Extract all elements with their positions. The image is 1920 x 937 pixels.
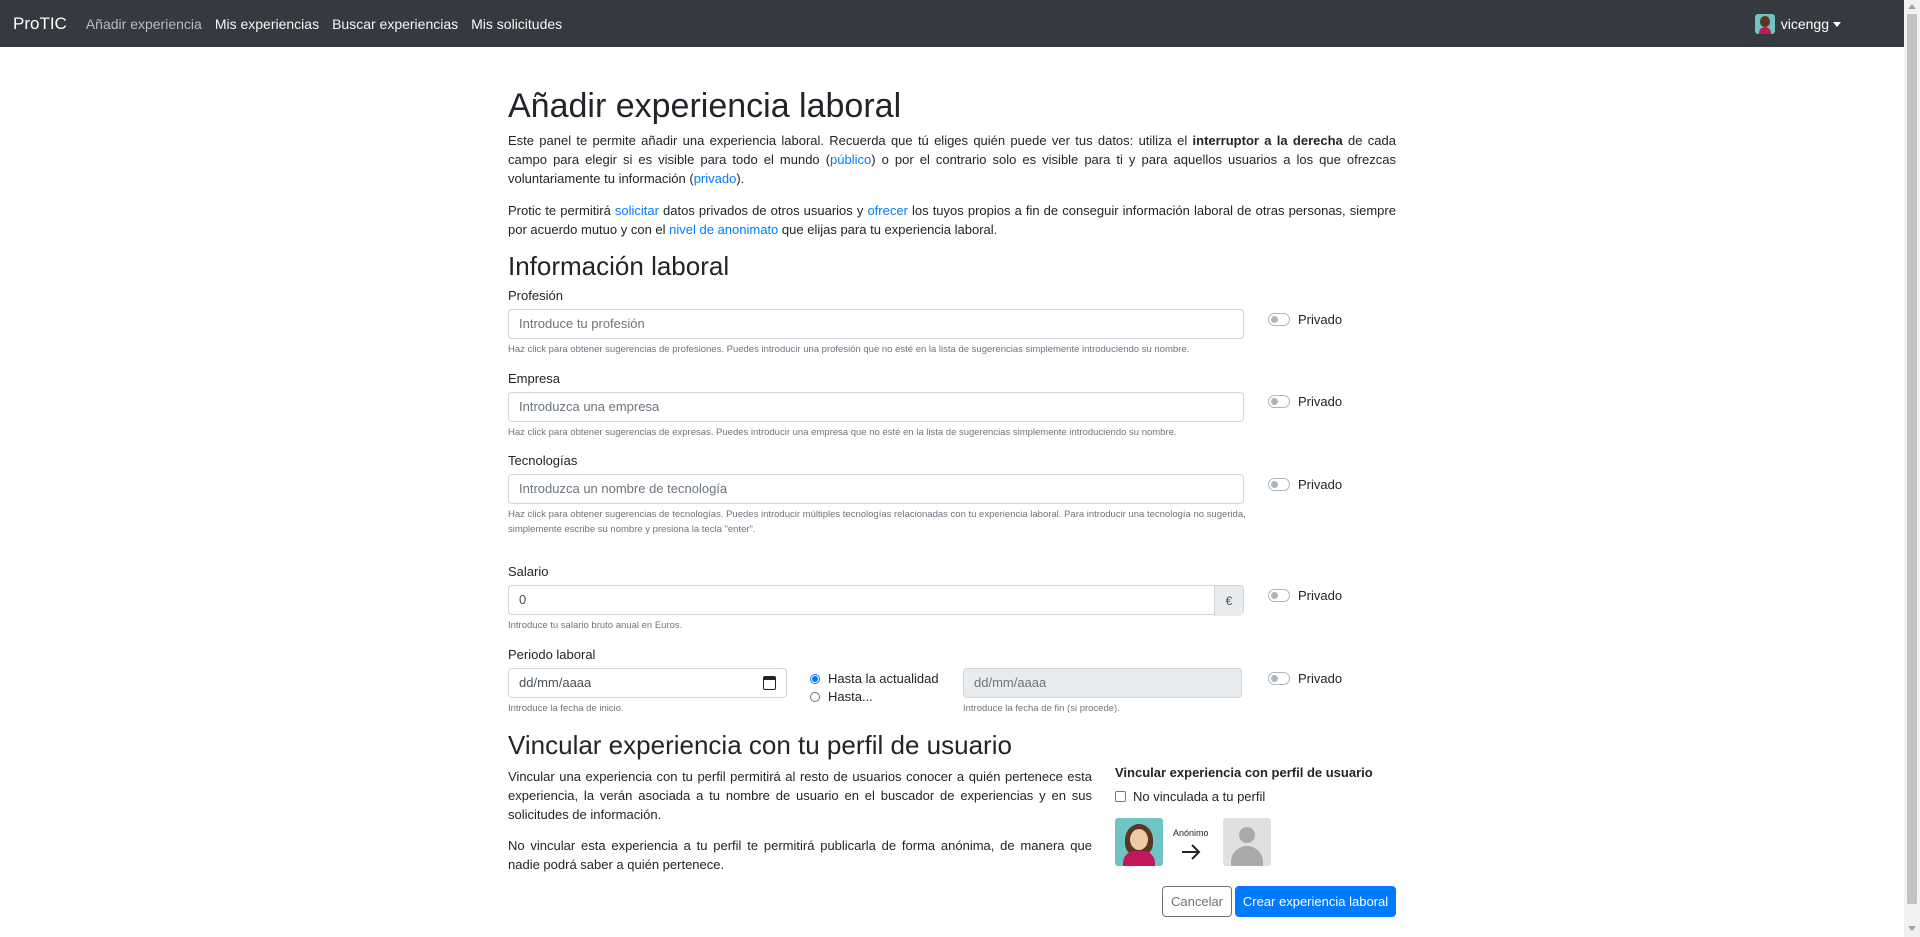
scroll-up-icon[interactable] [1908,4,1916,9]
private-label: Privado [1298,477,1343,492]
page-scrollbar[interactable] [1904,0,1920,937]
radio-hasta[interactable]: Hasta... [810,689,873,704]
private-label: Privado [1298,394,1343,409]
intro-bold-text: interruptor a la derecha [1192,133,1343,148]
private-label: Privado [1298,671,1343,686]
radio-button-checked[interactable] [810,673,820,684]
link-privado[interactable]: privado [694,171,737,186]
start-date-help: Introduce la fecha de inicio. [508,703,624,714]
vincular-box-title: Vincular experiencia con perfil de usuar… [1115,765,1373,780]
empresa-label: Empresa [508,371,561,386]
cancel-button[interactable]: Cancelar [1162,886,1232,917]
radio-label-hasta: Hasta... [828,689,873,704]
intro-paragraph-1: Este panel te permite añadir una experie… [508,133,1397,186]
radio-button[interactable] [810,691,820,702]
end-date-help: Introduce la fecha de fin (si procede). [963,703,1120,714]
private-label: Privado [1298,312,1343,327]
nav-link-mis-solicitudes[interactable]: Mis solicitudes [471,16,562,32]
nav-link-buscar-experiencias[interactable]: Buscar experiencias [332,16,458,32]
periodo-private-toggle[interactable]: Privado [1268,671,1342,686]
nav-link-mis-experiencias[interactable]: Mis experiencias [215,16,319,32]
radio-hasta-actualidad[interactable]: Hasta la actualidad [810,671,939,686]
navbar: ProTIC Añadir experiencia Mis experienci… [0,0,1904,47]
profesion-help: Haz click para obtener sugerencias de pr… [508,344,1190,355]
empresa-private-toggle[interactable]: Privado [1268,394,1342,409]
toggle-switch[interactable] [1268,478,1290,491]
currency-addon: € [1214,586,1243,616]
link-publico[interactable]: público [830,152,871,167]
salario-input[interactable]: 0 € [508,585,1244,616]
salario-label: Salario [508,564,549,579]
section-title-informacion-laboral: Información laboral [508,251,730,281]
checkbox[interactable] [1115,791,1126,802]
salario-help: Introduce tu salario bruto anual en Euro… [508,620,683,631]
link-nivel-anonimato[interactable]: nivel de anonimato [669,222,778,237]
toggle-switch[interactable] [1268,313,1290,326]
user-avatar-icon [1754,14,1775,34]
brand-link[interactable]: ProTIC [13,14,67,34]
toggle-switch[interactable] [1268,589,1290,602]
profesion-label: Profesión [508,288,563,303]
page-title: Añadir experiencia laboral [508,87,902,125]
link-solicitar[interactable]: solicitar [615,203,659,218]
checkbox-label: No vinculada a tu perfil [1133,789,1266,804]
start-date-input[interactable]: dd/mm/aaaa [508,668,787,698]
salario-value: 0 [519,592,527,607]
profesion-input[interactable]: Introduce tu profesión [508,309,1244,339]
salario-private-toggle[interactable]: Privado [1268,588,1342,603]
empresa-input[interactable]: Introduzca una empresa [508,392,1244,422]
user-menu-toggle[interactable]: vicengg [1754,14,1841,34]
start-date-placeholder: dd/mm/aaaa [519,675,592,690]
intro-paragraph-2: Protic te permitirá solicitar datos priv… [508,203,1396,237]
private-label: Privado [1298,588,1343,603]
user-avatar-large-icon [1115,818,1163,866]
arrow-right-icon [1182,844,1201,860]
calendar-icon[interactable] [763,676,776,690]
caret-down-icon [1833,21,1841,27]
vincular-paragraph-2: No vincular esta experiencia a tu perfil… [508,838,1092,872]
no-vinculada-checkbox[interactable]: No vinculada a tu perfil [1115,789,1265,804]
tecnologias-help: Haz click para obtener sugerencias de te… [508,509,1246,535]
scroll-down-icon[interactable] [1908,926,1916,931]
empresa-help: Haz click para obtener sugerencias de ex… [508,427,1177,438]
end-date-input: dd/mm/aaaa [963,668,1242,698]
anonimo-label: Anónimo [1173,828,1209,838]
link-ofrecer[interactable]: ofrecer [867,203,907,218]
anonymous-avatar-icon [1223,818,1271,866]
create-experience-button[interactable]: Crear experiencia laboral [1235,886,1396,917]
profesion-private-toggle[interactable]: Privado [1268,312,1342,327]
tecnologias-label: Tecnologías [508,453,578,468]
toggle-switch[interactable] [1268,395,1290,408]
vincular-paragraph-1: Vincular una experiencia con tu perfil p… [508,769,1092,822]
toggle-switch[interactable] [1268,672,1290,685]
tecnologias-input[interactable]: Introduzca un nombre de tecnología [508,474,1244,504]
section-title-vincular: Vincular experiencia con tu perfil de us… [508,730,1012,760]
radio-label-actualidad: Hasta la actualidad [828,671,939,686]
nav-link-anadir-experiencia[interactable]: Añadir experiencia [86,16,202,32]
periodo-label: Periodo laboral [508,647,596,662]
scrollbar-thumb[interactable] [1907,14,1917,904]
user-name: vicengg [1780,16,1829,32]
tecnologias-private-toggle[interactable]: Privado [1268,477,1342,492]
